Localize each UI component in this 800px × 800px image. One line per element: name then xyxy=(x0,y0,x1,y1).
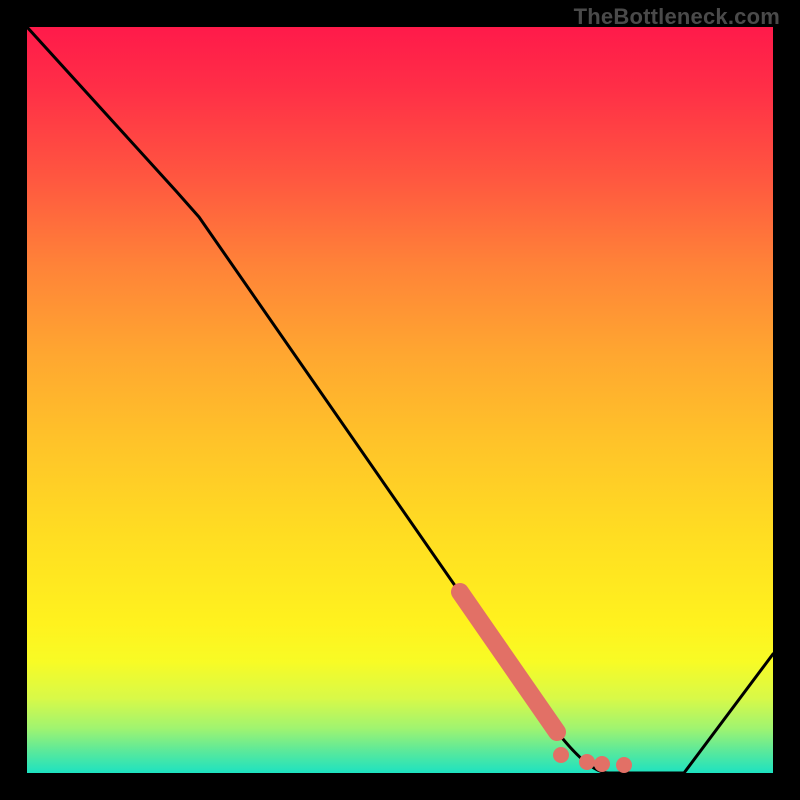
highlight-dot xyxy=(553,747,569,763)
highlight-segment xyxy=(460,592,557,732)
bottleneck-curve xyxy=(27,27,773,773)
highlight-dot xyxy=(579,754,595,770)
watermark-text: TheBottleneck.com xyxy=(574,4,780,30)
highlight-dot xyxy=(616,757,632,773)
plot-svg xyxy=(27,27,773,773)
highlight-dot xyxy=(594,756,610,772)
chart-area xyxy=(27,27,773,773)
